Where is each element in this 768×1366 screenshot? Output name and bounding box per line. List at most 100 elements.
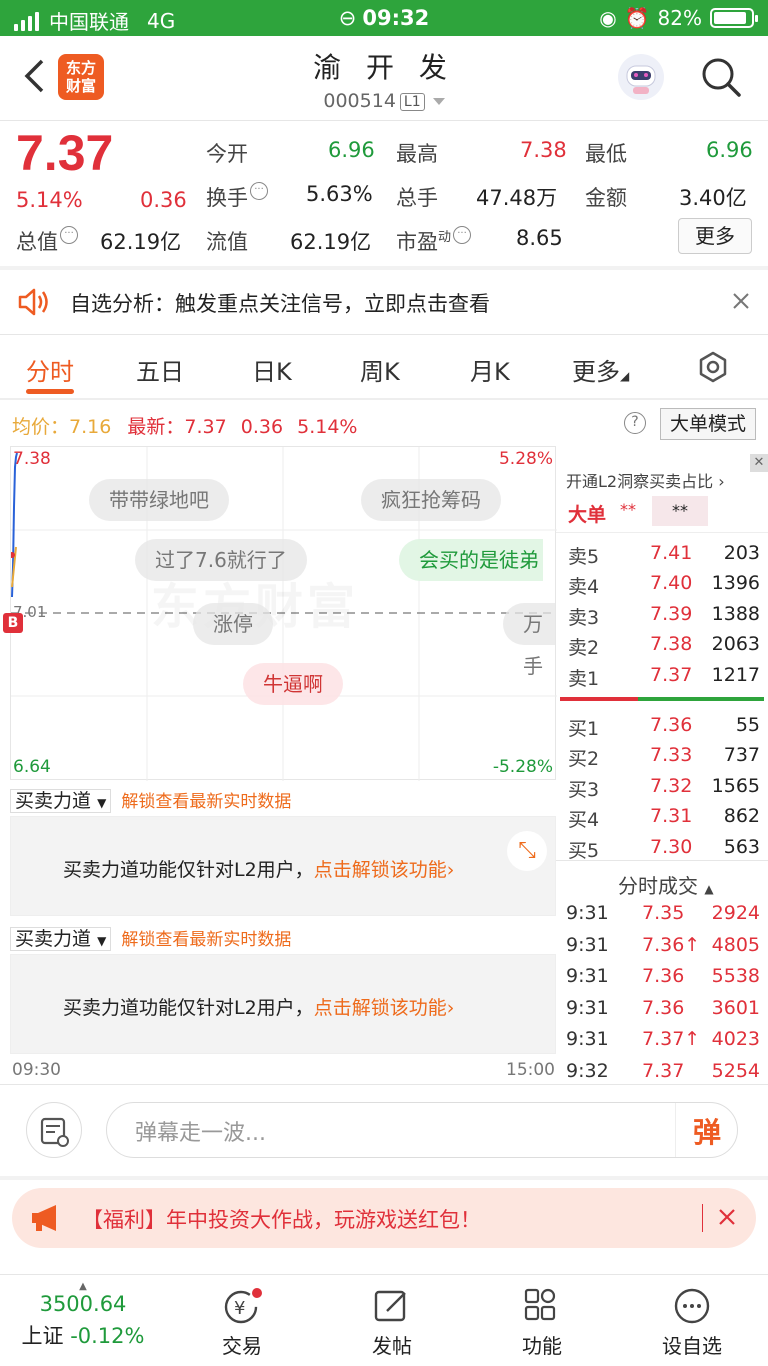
power-indicator-select[interactable]: 买卖力道 ▼ (10, 789, 112, 813)
ask-label: 卖5 (568, 546, 600, 568)
danmu-input[interactable]: 弹幕走一波... 弹 (106, 1102, 738, 1158)
unlock-feature-link[interactable]: 点击解锁该功能› (314, 997, 455, 1019)
current-price: 7.37 (16, 125, 114, 181)
battery-percent: 82% (657, 6, 702, 30)
tab-monthly-k[interactable]: 月K (470, 352, 510, 387)
bid-label: 买1 (568, 718, 600, 740)
tab-more[interactable]: 更多◢ (572, 352, 629, 387)
bid-row[interactable]: 买3 7.32 1565 (556, 771, 768, 801)
intraday-chart[interactable]: 东方财富 7.38 6.64 5.28% -5.28% 7.01 B 带带绿地吧… (3, 446, 557, 781)
tick-row: 9:31 7.37↑ 4023 (556, 1024, 768, 1054)
tick-price: 7.36 (642, 965, 685, 988)
ask-price: 7.38 (650, 633, 693, 656)
send-danmu-button[interactable]: 弹 (693, 1111, 721, 1151)
tab-intraday[interactable]: 分时 (26, 352, 74, 387)
close-icon[interactable] (732, 292, 750, 310)
ask-row[interactable]: 卖3 7.39 1388 (556, 599, 768, 629)
power-indicator-select[interactable]: 买卖力道 ▼ (10, 927, 112, 951)
stock-header: 东方 财富 渝 开 发 000514 L1 (0, 36, 768, 120)
time-axis-end: 15:00 (506, 1060, 555, 1080)
big-order-mode-button[interactable]: 大单模式 (660, 408, 756, 440)
bid-price: 7.30 (650, 835, 693, 858)
ask-row[interactable]: 卖2 7.38 2063 (556, 629, 768, 659)
nav-functions[interactable]: 功能 (482, 1287, 602, 1359)
l2-tip-link[interactable]: 开通L2洞察买卖占比 › (566, 468, 725, 492)
settings-gear-icon[interactable] (696, 350, 730, 384)
tick-time: 9:32 (566, 1060, 609, 1082)
volume-label: 总手 (396, 186, 438, 210)
ticks-title[interactable]: 分时成交 ▲ (618, 870, 714, 899)
tab-daily-k[interactable]: 日K (252, 352, 292, 387)
ask-price: 7.41 (650, 542, 693, 564)
big-order-masked: ** (652, 496, 708, 526)
close-icon[interactable] (718, 1208, 736, 1226)
bid-row[interactable]: 买1 7.36 55 (556, 710, 768, 740)
index-ticker[interactable]: ▲ 3500.64 上证 -0.12% (0, 1281, 166, 1350)
high-value: 7.38 (520, 138, 567, 162)
buy-marker-badge[interactable]: B (3, 613, 23, 633)
help-icon[interactable]: ? (624, 412, 646, 434)
divider (0, 398, 768, 400)
pct-axis-max: 5.28% (498, 449, 553, 469)
close-icon[interactable]: ✕ (750, 454, 768, 472)
tick-volume: 4805 (711, 933, 760, 956)
ask-price: 7.37 (650, 663, 693, 686)
svg-text:¥: ¥ (234, 1298, 245, 1319)
ratio-bar-sell (560, 697, 638, 701)
ask-label: 卖2 (568, 637, 600, 660)
nav-trade[interactable]: ¥ 交易 (182, 1287, 302, 1359)
low-value: 6.96 (706, 138, 753, 162)
danmu-bubble: 会买的是徒弟 (399, 539, 543, 581)
tick-price: 7.37 (642, 1060, 685, 1082)
bid-volume: 862 (723, 805, 760, 828)
turnover-value: 5.63% (306, 182, 373, 206)
ask-volume: 1217 (711, 663, 760, 686)
ask-label: 卖3 (568, 606, 600, 629)
ask-row[interactable]: 卖1 7.37 1217 (556, 660, 768, 690)
robot-assistant-icon[interactable] (618, 54, 664, 100)
big-order-label: 大单 (568, 504, 607, 526)
danmu-toggle-icon[interactable] (26, 1102, 82, 1158)
welfare-banner[interactable]: 【福利】年中投资大作战，玩游戏送红包！ (12, 1188, 756, 1248)
tick-price: 7.37↑ (642, 1028, 701, 1051)
rotation-lock-icon: ◉ (599, 6, 617, 30)
amount-label: 金额 (585, 186, 627, 210)
unlock-feature-link[interactable]: 点击解锁该功能› (314, 859, 455, 881)
tick-volume: 2924 (711, 902, 760, 924)
info-icon: ··· (250, 182, 268, 200)
ask-row[interactable]: 卖4 7.40 1396 (556, 568, 768, 598)
tick-price: 7.36↑ (642, 933, 701, 956)
tab-weekly-k[interactable]: 周K (360, 352, 400, 387)
turnover-label: 换手 ··· (206, 182, 268, 212)
unlock-link[interactable]: 解锁查看最新实时数据 (121, 930, 291, 950)
bid-row[interactable]: 买5 7.30 563 (556, 832, 768, 862)
power-locked-panel: 买卖力道功能仅针对L2用户，点击解锁该功能› ⤡ (10, 816, 556, 916)
info-icon: ··· (453, 226, 472, 244)
unlock-link[interactable]: 解锁查看最新实时数据 (121, 792, 291, 812)
ask-row[interactable]: 卖5 7.41 203 (556, 538, 768, 568)
tab-five-day[interactable]: 五日 (136, 352, 184, 387)
search-icon[interactable] (700, 56, 742, 98)
ask-label: 卖1 (568, 667, 600, 690)
tick-time: 9:31 (566, 902, 609, 924)
speaker-icon (18, 288, 48, 316)
expand-icon[interactable]: ⤡ (507, 831, 547, 871)
bid-row[interactable]: 买2 7.33 737 (556, 740, 768, 770)
bid-label: 买2 (568, 748, 600, 771)
more-quote-button[interactable]: 更多 (678, 218, 752, 254)
bid-volume: 737 (723, 744, 760, 767)
float-label: 流值 (206, 230, 248, 254)
big-order-masked: ** (620, 500, 636, 519)
open-value: 6.96 (328, 138, 375, 162)
bid-row[interactable]: 买4 7.31 862 (556, 801, 768, 831)
chart-info-line: 均价：7.16 最新：7.37 0.36 5.14% (12, 416, 358, 438)
tick-time: 9:31 (566, 996, 609, 1019)
analysis-notice[interactable]: 自选分析：触发重点关注信号，立即点击查看 (0, 270, 768, 334)
tick-volume: 3601 (711, 996, 760, 1019)
ask-price: 7.40 (650, 572, 693, 595)
nav-add-favorite[interactable]: 设自选 (632, 1287, 752, 1359)
ratio-bar-buy (638, 697, 764, 701)
ask-volume: 1388 (711, 602, 760, 625)
nav-post[interactable]: 发帖 (332, 1287, 452, 1359)
pe-value: 8.65 (516, 226, 563, 250)
